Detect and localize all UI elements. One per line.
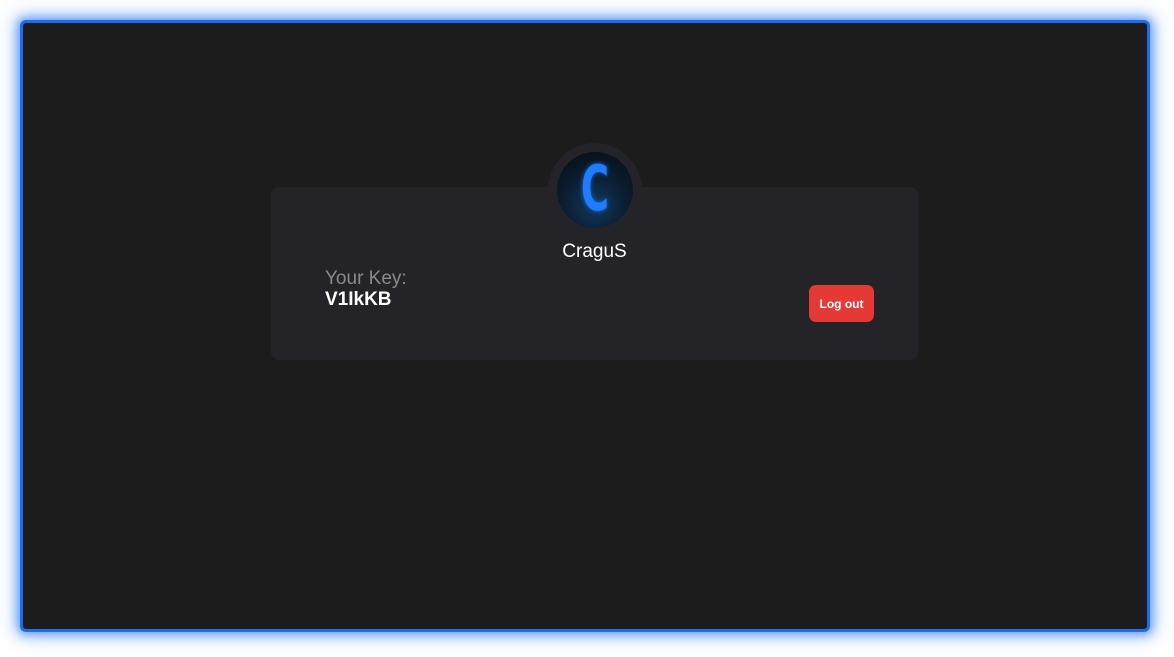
avatar-letter: C [580,152,610,225]
username: CraguS [562,241,627,262]
logout-button[interactable]: Log out [809,285,874,322]
avatar-ring: C [548,143,642,237]
avatar-icon: C [557,152,633,228]
key-label: Your Key: [325,268,407,289]
app-frame: C CraguS Your Key: V1IkKB Log out [20,20,1150,632]
key-value: V1IkKB [325,289,392,310]
